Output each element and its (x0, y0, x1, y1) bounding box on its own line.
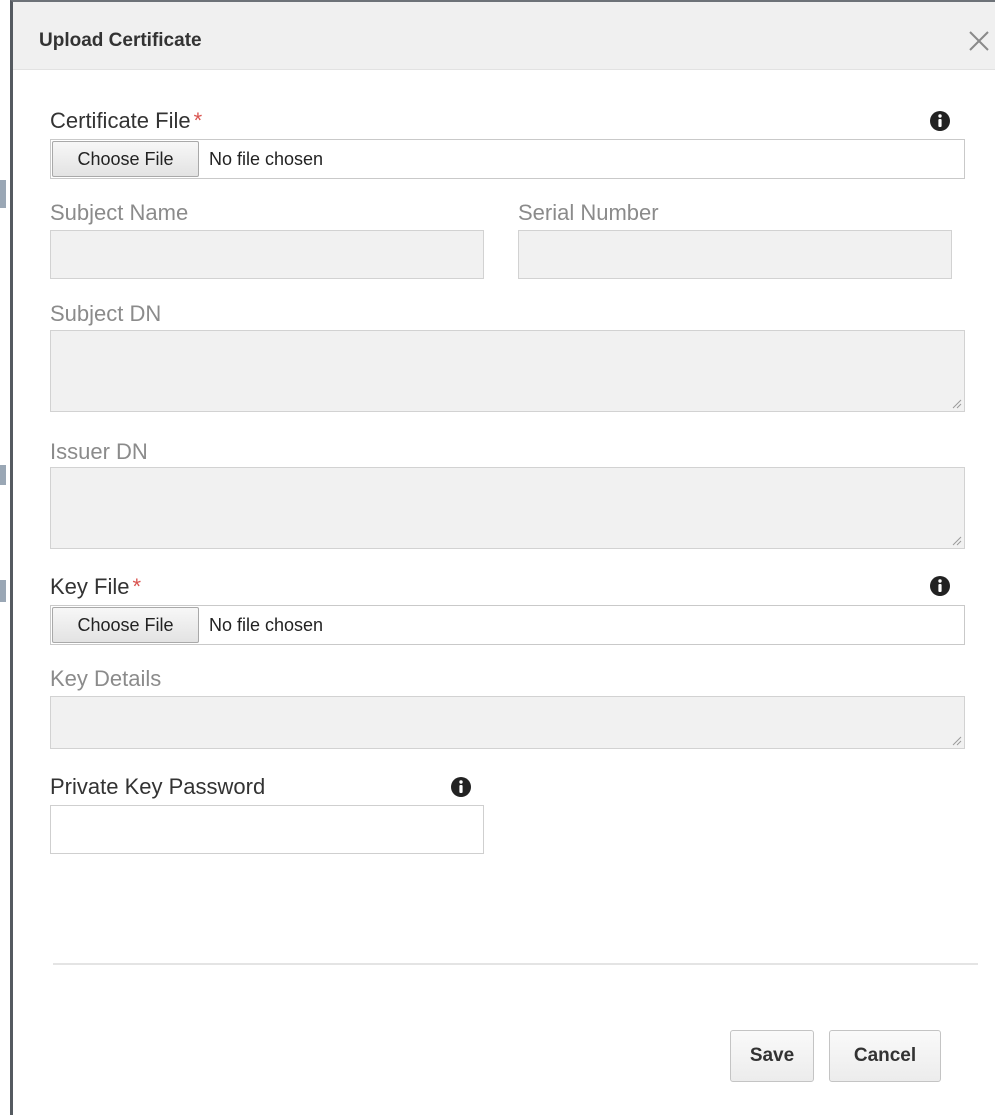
required-marker: * (193, 108, 203, 133)
background-page-mark (0, 580, 6, 602)
background-page-mark (0, 465, 6, 485)
certificate-file-label-text: Certificate File (50, 108, 191, 133)
required-marker: * (132, 574, 142, 599)
footer-divider (53, 963, 978, 965)
resize-grip-icon[interactable] (950, 534, 962, 546)
certificate-file-status: No file chosen (209, 149, 324, 169)
certificate-choose-file-button[interactable]: Choose File (52, 141, 199, 177)
key-file-status: No file chosen (209, 615, 324, 635)
subject-dn-label: Subject DN (50, 301, 162, 326)
serial-number-field (518, 230, 952, 279)
save-button[interactable]: Save (730, 1030, 814, 1082)
background-page-mark (0, 180, 6, 208)
private-key-password-label: Private Key Password (50, 774, 266, 799)
dialog-title: Upload Certificate (39, 30, 202, 51)
key-details-textarea (50, 696, 965, 749)
resize-grip-icon[interactable] (950, 397, 962, 409)
info-icon[interactable] (450, 776, 472, 798)
info-icon[interactable] (929, 575, 951, 597)
issuer-dn-label: Issuer DN (50, 439, 148, 464)
key-details-label: Key Details (50, 666, 162, 691)
subject-dn-textarea (50, 330, 965, 412)
issuer-dn-textarea (50, 467, 965, 549)
cancel-button[interactable]: Cancel (829, 1030, 941, 1082)
key-file-label-text: Key File (50, 574, 130, 599)
upload-certificate-dialog: Upload Certificate Certificate File * Cho… (10, 0, 995, 1115)
certificate-file-input[interactable]: Choose File No file chosen (50, 139, 965, 179)
key-file-input[interactable]: Choose File No file chosen (50, 605, 965, 645)
dialog-header: Upload Certificate (13, 2, 995, 70)
resize-grip-icon[interactable] (950, 734, 962, 746)
background-page-edge (0, 0, 10, 1115)
subject-name-field (50, 230, 484, 279)
close-icon[interactable] (966, 28, 992, 54)
private-key-password-input[interactable] (50, 805, 484, 854)
key-file-label: Key File * (50, 574, 141, 600)
key-choose-file-button[interactable]: Choose File (52, 607, 199, 643)
serial-number-label: Serial Number (518, 200, 659, 225)
certificate-file-label: Certificate File * (50, 108, 202, 134)
subject-name-label: Subject Name (50, 200, 189, 225)
info-icon[interactable] (929, 110, 951, 132)
